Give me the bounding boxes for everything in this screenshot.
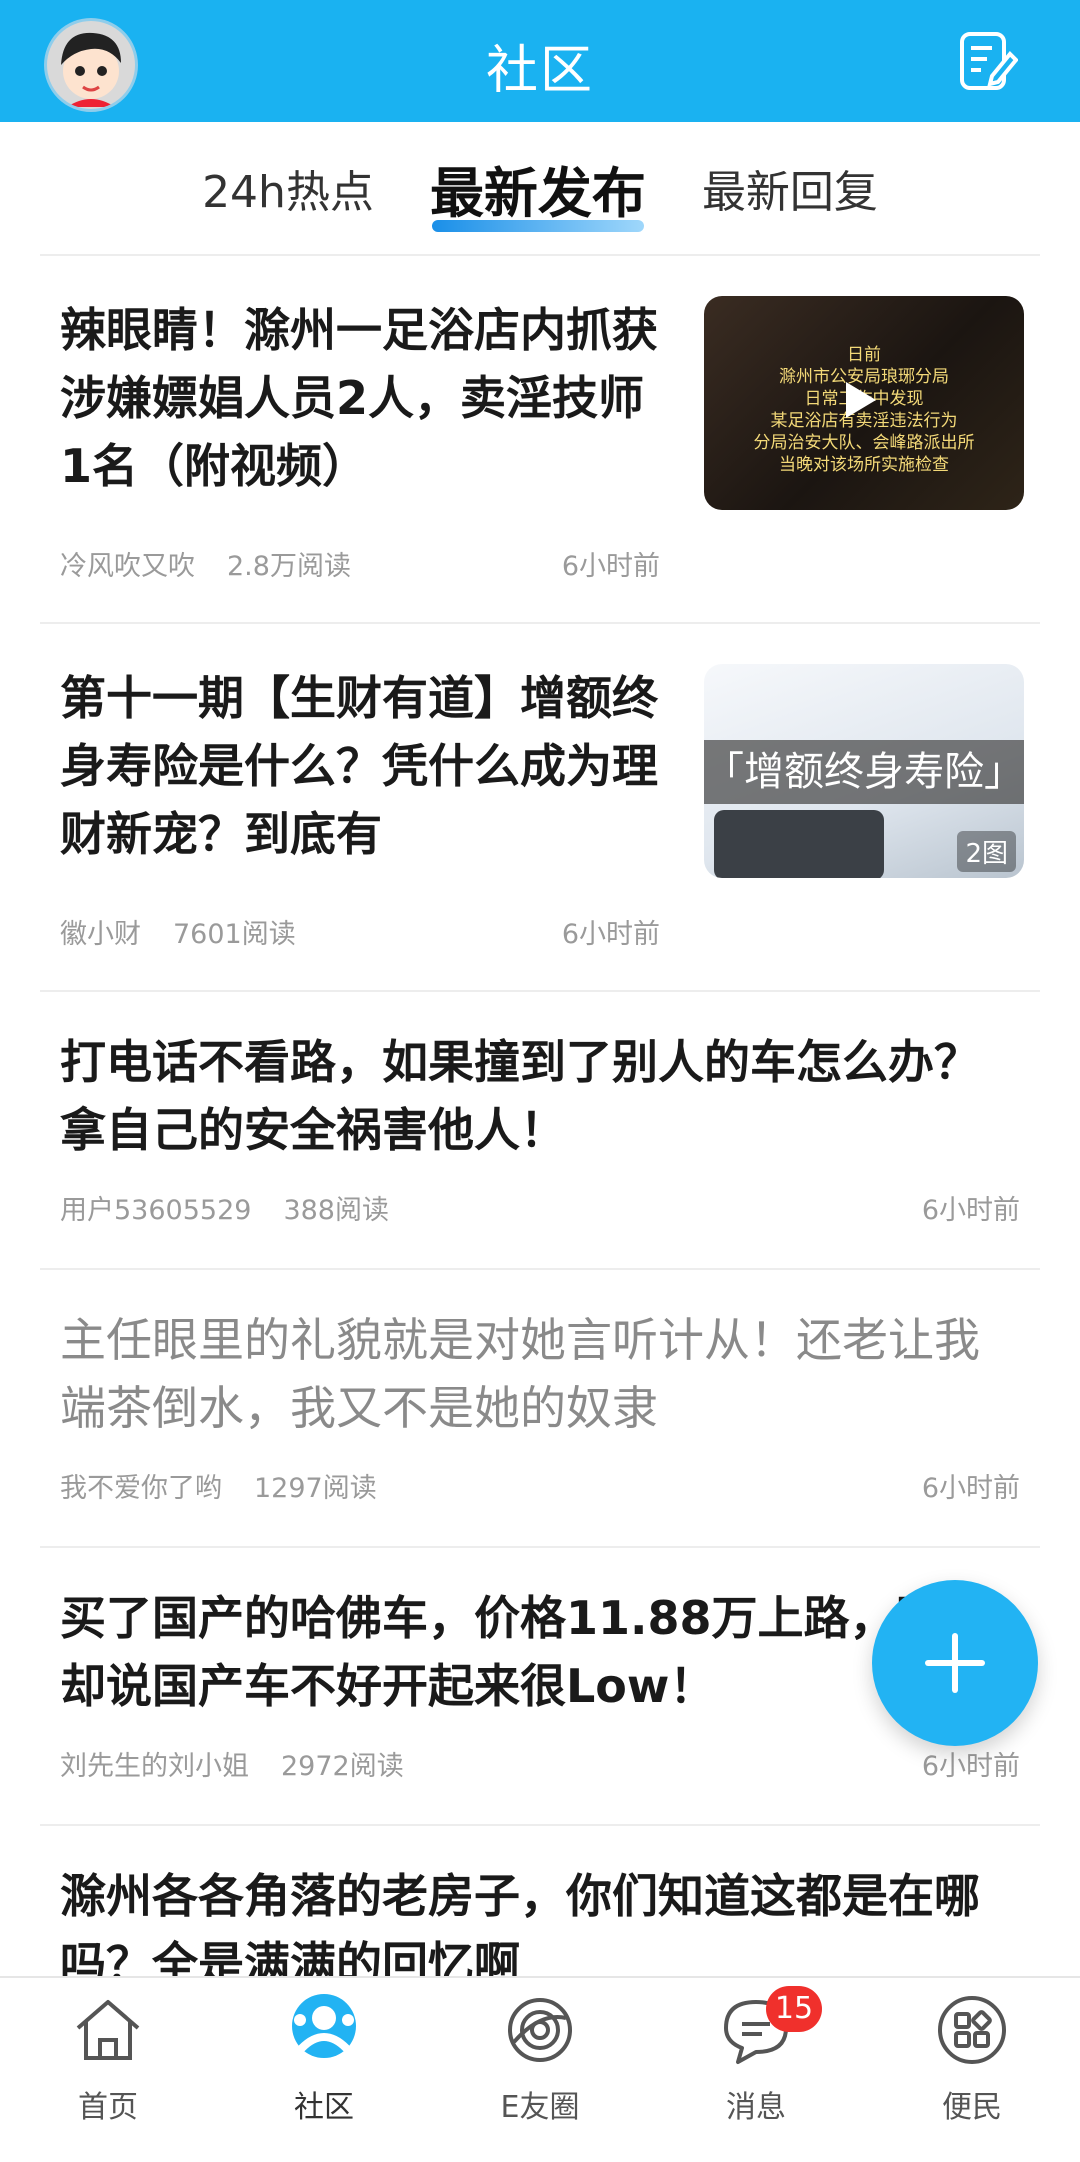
- bottom-navigation: 首页 社区 E友圈 15 消息 便民: [0, 1976, 1080, 2162]
- grid-icon: [938, 1996, 1006, 2064]
- post-author: 用户53605529: [60, 1195, 252, 1226]
- app-header: 社区: [0, 0, 1080, 122]
- image-count-badge: 2图: [957, 831, 1016, 872]
- post-title[interactable]: 第十一期【生财有道】增额终身寿险是什么？凭什么成为理财新宠？到底有: [40, 624, 680, 868]
- nav-label: 首页: [78, 2090, 138, 2125]
- post-image-thumbnail[interactable]: 「增额终身寿险」 2图: [704, 664, 1024, 878]
- nav-e-circle[interactable]: E友圈: [432, 1978, 648, 2162]
- nav-label: 社区: [294, 2090, 354, 2125]
- post-author: 冷风吹又吹: [60, 551, 195, 582]
- nav-label: 消息: [726, 2090, 786, 2125]
- post-reads: 2972阅读: [281, 1751, 404, 1782]
- post-time: 6小时前: [921, 1751, 1020, 1782]
- post-reads: 1297阅读: [254, 1473, 377, 1504]
- post-meta: 徽小财 7601阅读 6小时前: [40, 912, 680, 951]
- page-title: 社区: [485, 41, 594, 101]
- feed-tabs: 24h热点 最新发布 最新回复: [0, 122, 1080, 254]
- post-author: 我不爱你了哟: [60, 1473, 222, 1504]
- post-meta: 冷风吹又吹 2.8万阅读 6小时前: [40, 544, 680, 583]
- post-title[interactable]: 主任眼里的礼貌就是对她言听计从！还老让我端茶倒水，我又不是她的奴隶: [40, 1270, 1040, 1442]
- post-author: 刘先生的刘小姐: [60, 1751, 249, 1782]
- post-reads: 7601阅读: [173, 919, 296, 950]
- post-time: 6小时前: [561, 919, 660, 950]
- post-title[interactable]: 辣眼睛！滁州一足浴店内抓获涉嫌嫖娼人员2人，卖淫技师1名（附视频）: [40, 256, 680, 500]
- post-video-thumbnail[interactable]: 日前 滁州市公安局琅琊分局 日常工作中发现 某足浴店有卖淫违法行为 分局治安大队…: [704, 296, 1024, 510]
- nav-messages[interactable]: 15 消息: [648, 1978, 864, 2162]
- post-meta: 用户53605529 388阅读 6小时前: [40, 1188, 1040, 1227]
- post-item[interactable]: 主任眼里的礼貌就是对她言听计从！还老让我端茶倒水，我又不是她的奴隶 我不爱你了哟…: [40, 1270, 1040, 1546]
- calculator-graphic: [714, 810, 884, 878]
- post-reads: 2.8万阅读: [227, 551, 351, 582]
- post-item[interactable]: 打电话不看路，如果撞到了别人的车怎么办？拿自己的安全祸害他人！ 用户536055…: [40, 992, 1040, 1268]
- tab-latest-posts[interactable]: 最新发布: [426, 149, 650, 232]
- post-feed: 辣眼睛！滁州一足浴店内抓获涉嫌嫖娼人员2人，卖淫技师1名（附视频） 冷风吹又吹 …: [40, 254, 1040, 2026]
- tab-24h-hot[interactable]: 24h热点: [198, 156, 378, 220]
- nav-home[interactable]: 首页: [0, 1978, 216, 2162]
- tab-latest-replies[interactable]: 最新回复: [698, 156, 882, 220]
- post-title[interactable]: 打电话不看路，如果撞到了别人的车怎么办？拿自己的安全祸害他人！: [40, 992, 1040, 1164]
- home-icon: [76, 2000, 140, 2060]
- post-item[interactable]: 第十一期【生财有道】增额终身寿险是什么？凭什么成为理财新宠？到底有 徽小财 76…: [40, 624, 1040, 990]
- community-icon: [292, 1994, 356, 2058]
- post-meta: 刘先生的刘小姐 2972阅读 6小时前: [40, 1744, 1040, 1783]
- circle-icon: [508, 1998, 572, 2062]
- active-tab-underline: [431, 219, 644, 232]
- post-reads: 388阅读: [283, 1195, 389, 1226]
- nav-services[interactable]: 便民: [864, 1978, 1080, 2162]
- post-title[interactable]: 滁州各各角落的老房子，你们知道这都是在哪吗？全是满满的回忆啊: [40, 1826, 1040, 1998]
- compose-button[interactable]: [956, 30, 1019, 92]
- post-time: 6小时前: [921, 1473, 1020, 1504]
- play-icon: [846, 382, 876, 418]
- post-item[interactable]: 辣眼睛！滁州一足浴店内抓获涉嫌嫖娼人员2人，卖淫技师1名（附视频） 冷风吹又吹 …: [40, 256, 1040, 622]
- post-time: 6小时前: [561, 551, 660, 582]
- nav-label: E友圈: [500, 2090, 580, 2125]
- nav-label: 便民: [942, 2090, 1002, 2125]
- thumbnail-caption: 「增额终身寿险」: [704, 740, 1024, 804]
- post-author: 徽小财: [60, 919, 141, 950]
- post-time: 6小时前: [921, 1195, 1020, 1226]
- nav-community[interactable]: 社区: [216, 1978, 432, 2162]
- post-meta: 我不爱你了哟 1297阅读 6小时前: [40, 1466, 1040, 1505]
- unread-badge: 15: [766, 1986, 822, 2032]
- new-post-fab[interactable]: [872, 1580, 1038, 1746]
- edit-note-icon: [960, 32, 1019, 90]
